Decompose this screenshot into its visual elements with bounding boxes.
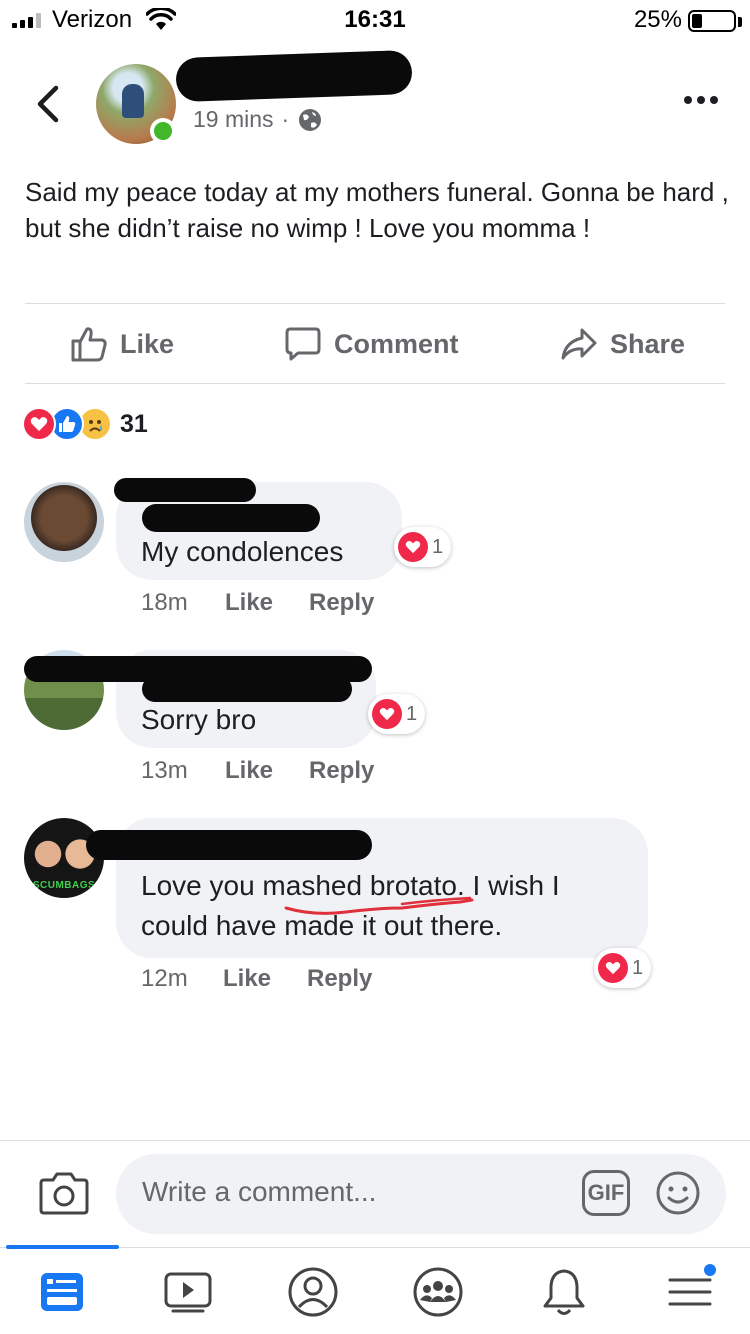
comment-like-button[interactable]: Like: [223, 965, 307, 993]
online-status-icon: [150, 118, 176, 144]
comment-reaction-count: 1: [406, 702, 418, 725]
comment-reply-button[interactable]: Reply: [309, 589, 374, 617]
comment-reaction-badge[interactable]: 1: [594, 948, 652, 988]
comment-reply-button[interactable]: Reply: [307, 965, 372, 993]
post-time: 19 mins: [193, 106, 274, 132]
comment-placeholder: Write a comment...: [142, 1176, 377, 1207]
post-body: Said my peace today at my mothers funera…: [25, 177, 729, 243]
comment-text: Sorry bro: [141, 704, 257, 735]
reaction-count: 31: [120, 409, 148, 438]
battery-percent: 25%: [633, 6, 682, 33]
comment-time: 12m: [141, 965, 188, 992]
comment-time: 13m: [141, 757, 188, 784]
profile-icon: [288, 1267, 338, 1317]
nav-watch[interactable]: [158, 1262, 218, 1322]
news-feed-icon: [41, 1273, 83, 1311]
share-icon: [561, 328, 597, 360]
emoji-icon[interactable]: [655, 1170, 701, 1216]
share-label: Share: [610, 328, 686, 359]
redacted-author-name: [175, 49, 413, 103]
menu-notification-dot: [702, 1262, 718, 1278]
comment-reaction-badge[interactable]: 1: [394, 527, 452, 567]
comment-reaction-count: 1: [632, 956, 644, 979]
divider: [25, 303, 725, 304]
love-reaction-icon: [598, 953, 628, 983]
comment-label: Comment: [334, 328, 459, 359]
love-reaction-icon: [398, 532, 428, 562]
notifications-icon: [543, 1269, 585, 1315]
comment-time: 18m: [141, 589, 188, 616]
nav-news-feed[interactable]: [32, 1262, 92, 1322]
reaction-summary[interactable]: 31: [22, 406, 148, 442]
comment-icon: [285, 327, 321, 361]
comment-reaction-badge[interactable]: 1: [368, 694, 426, 734]
spellcheck-underline: [284, 896, 474, 915]
post-meta: 19 mins ·: [193, 106, 323, 133]
divider: [0, 1140, 750, 1141]
divider: [25, 383, 725, 384]
active-tab-indicator: [6, 1245, 119, 1249]
thumbs-up-icon: [71, 327, 107, 362]
avatar-text: SCUMBAGS: [32, 880, 96, 891]
comment-button[interactable]: Comment: [284, 320, 459, 368]
commenter-avatar[interactable]: SCUMBAGS: [24, 818, 104, 898]
more-options-button[interactable]: [684, 96, 718, 104]
redacted-commenter-name: [114, 478, 256, 502]
nav-profile[interactable]: [283, 1262, 343, 1322]
gif-button[interactable]: GIF: [582, 1170, 630, 1216]
redacted-commenter-name: [142, 676, 352, 702]
comment-like-button[interactable]: Like: [225, 757, 309, 785]
like-label: Like: [120, 328, 175, 359]
nav-notifications[interactable]: [534, 1262, 594, 1322]
comment-meta: 12m Like Reply: [141, 965, 372, 993]
love-reaction-icon: [22, 407, 56, 441]
like-button[interactable]: Like: [70, 320, 174, 368]
redacted-commenter-name: [142, 504, 320, 532]
share-button[interactable]: Share: [560, 320, 685, 368]
camera-icon[interactable]: [38, 1170, 90, 1216]
commenter-avatar[interactable]: [24, 482, 104, 562]
comment-text: My condolences: [141, 536, 344, 567]
battery-icon: [688, 10, 736, 32]
love-reaction-icon: [372, 699, 402, 729]
watch-icon: [164, 1272, 212, 1313]
comment-reply-button[interactable]: Reply: [309, 757, 374, 785]
back-arrow-icon[interactable]: [30, 84, 66, 124]
nav-groups[interactable]: [408, 1262, 468, 1322]
globe-icon: [299, 108, 322, 131]
groups-icon: [413, 1267, 463, 1317]
comment-reaction-count: 1: [432, 535, 444, 558]
comment-meta: 18m Like Reply: [141, 589, 374, 617]
redacted-commenter-name: [86, 830, 372, 860]
comment-like-button[interactable]: Like: [225, 589, 309, 617]
comment-input[interactable]: Write a comment...: [116, 1154, 726, 1234]
comment-meta: 13m Like Reply: [141, 757, 374, 785]
status-bar: Verizon 16:31 25%: [0, 0, 750, 40]
